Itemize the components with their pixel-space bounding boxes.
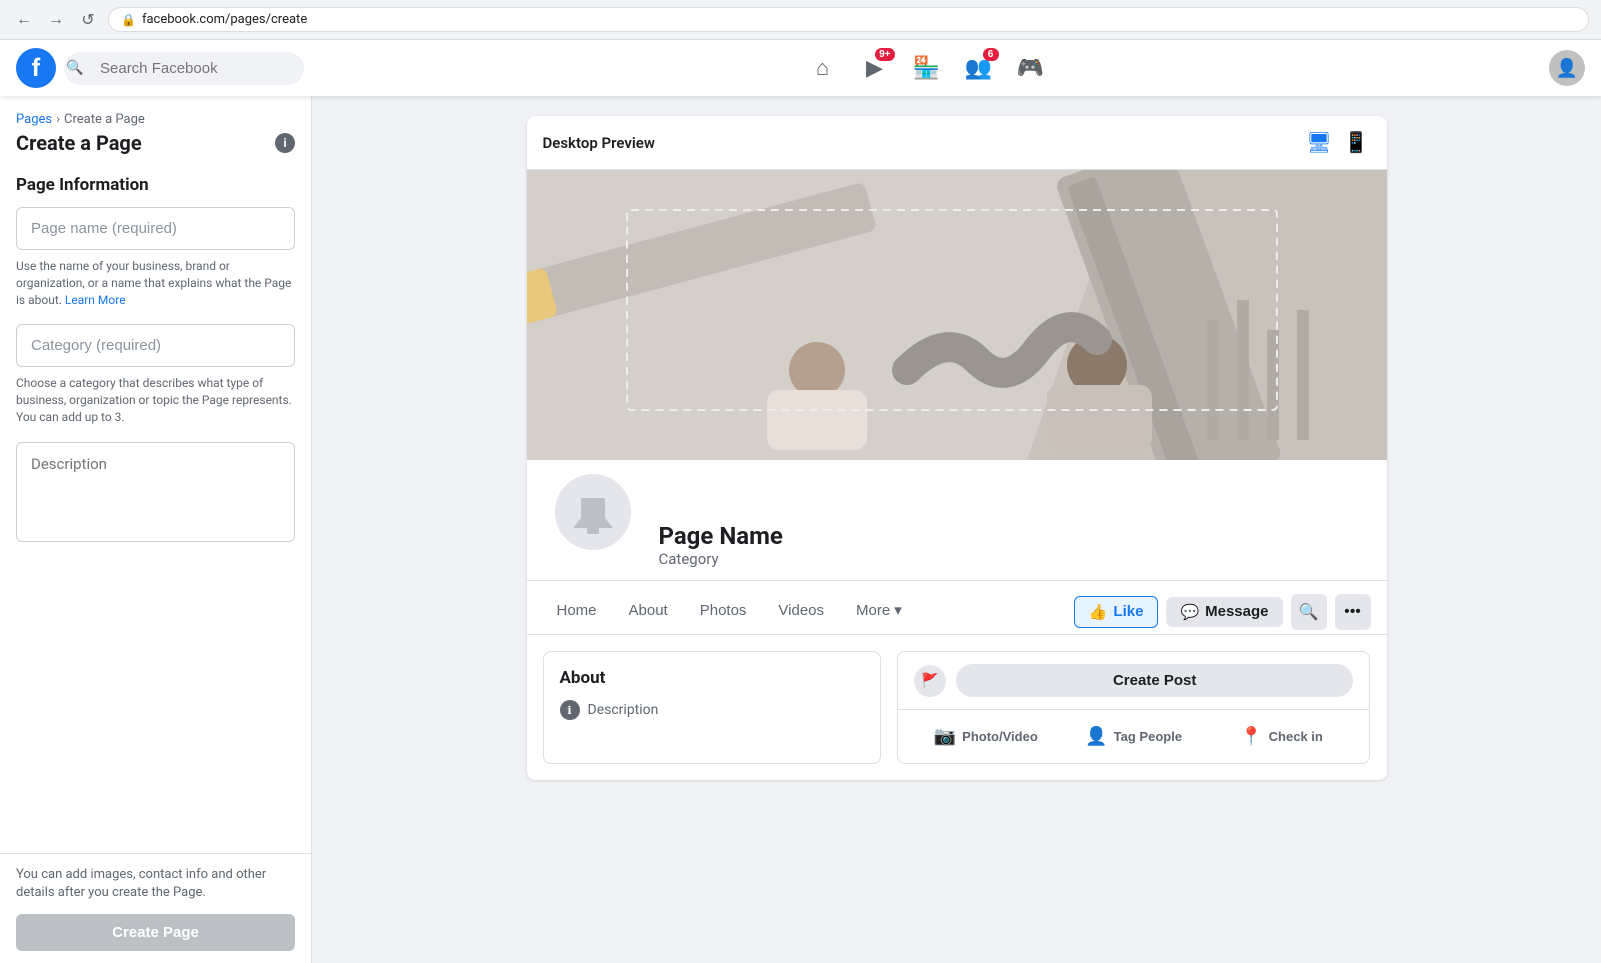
gaming-nav-button[interactable]: 🎮 <box>1007 44 1055 92</box>
desktop-view-button[interactable]: 🖥 <box>1304 128 1333 157</box>
facebook-navbar: f 🔍 ⌂ ▶ 9+ 🏪 👥 6 🎮 👤 <box>0 40 1601 96</box>
section-title: Page Information <box>16 175 295 195</box>
user-avatar[interactable]: 👤 <box>1549 50 1585 86</box>
check-in-button[interactable]: 📍 Check in <box>1210 718 1354 755</box>
breadcrumb-pages-link[interactable]: Pages <box>16 112 52 127</box>
page-name-input[interactable] <box>16 207 295 250</box>
profile-picture <box>551 470 635 554</box>
like-button[interactable]: 👍 Like <box>1074 596 1159 628</box>
page-title-row: Create a Page i <box>16 131 295 155</box>
profile-category: Category <box>659 550 1363 568</box>
search-wrap: 🔍 <box>56 52 304 85</box>
mobile-icon: 📱 <box>1344 132 1369 154</box>
info-circle-icon: ℹ <box>560 700 580 720</box>
sidebar-note: You can add images, contact info and oth… <box>16 866 295 902</box>
info-icon-button[interactable]: i <box>275 133 295 153</box>
messenger-icon: 💬 <box>1180 603 1199 621</box>
facebook-logo[interactable]: f <box>16 48 56 88</box>
back-button[interactable]: ← <box>12 8 36 32</box>
groups-nav-button[interactable]: 👥 6 <box>955 44 1003 92</box>
create-page-button[interactable]: Create Page <box>16 914 295 951</box>
reload-button[interactable]: ↺ <box>76 8 100 32</box>
lock-icon: 🔒 <box>121 13 136 27</box>
left-sidebar: Pages › Create a Page Create a Page i Pa… <box>0 96 312 963</box>
browser-bar: ← → ↺ 🔒 facebook.com/pages/create <box>0 0 1601 40</box>
nav-right: 👤 <box>1549 50 1585 86</box>
create-post-button[interactable]: Create Post <box>956 664 1354 697</box>
thumbs-up-icon: 👍 <box>1089 603 1108 621</box>
photo-video-button[interactable]: 📷 Photo/Video <box>914 718 1058 755</box>
about-card: About ℹ Description <box>543 651 881 764</box>
main-layout: Pages › Create a Page Create a Page i Pa… <box>0 96 1601 963</box>
forward-button[interactable]: → <box>44 8 68 32</box>
post-card: 🚩 Create Post 📷 Photo/Video 👤 Tag People <box>897 651 1371 764</box>
search-icon: 🔍 <box>1299 602 1319 622</box>
search-icon: 🔍 <box>66 60 83 76</box>
preview-area: Desktop Preview 🖥 📱 <box>312 96 1601 963</box>
home-nav-button[interactable]: ⌂ <box>799 44 847 92</box>
store-nav-button[interactable]: 🏪 <box>903 44 951 92</box>
page-body: About ℹ Description 🚩 Create Post 📷 <box>527 635 1387 780</box>
preview-header: Desktop Preview 🖥 📱 <box>527 116 1387 170</box>
nav-center: ⌂ ▶ 9+ 🏪 👥 6 🎮 <box>304 44 1549 92</box>
more-options-button[interactable]: ••• <box>1335 594 1371 630</box>
home-icon: ⌂ <box>816 55 829 81</box>
photo-icon: 📷 <box>934 726 956 747</box>
video-badge: 9+ <box>875 48 894 61</box>
page-title: Create a Page <box>16 131 142 155</box>
preview-view-buttons: 🖥 📱 <box>1304 128 1370 157</box>
nav-tab-videos[interactable]: Videos <box>764 590 838 634</box>
about-title: About <box>560 668 864 688</box>
learn-more-link[interactable]: Learn More <box>65 293 126 307</box>
groups-badge: 6 <box>983 48 999 61</box>
checkin-icon: 📍 <box>1240 726 1262 747</box>
sidebar-content: Pages › Create a Page Create a Page i Pa… <box>0 96 311 853</box>
nav-tab-photos[interactable]: Photos <box>686 590 761 634</box>
page-action-buttons: 👍 Like 💬 Message 🔍 ••• <box>1074 594 1371 630</box>
search-page-button[interactable]: 🔍 <box>1291 594 1327 630</box>
description-input[interactable] <box>16 442 295 542</box>
profile-section: Page Name Category <box>527 510 1387 581</box>
about-description-text: Description <box>588 702 659 718</box>
search-input[interactable] <box>64 52 304 85</box>
post-actions: 📷 Photo/Video 👤 Tag People 📍 Check in <box>898 710 1370 763</box>
desktop-icon: 🖥 <box>1306 132 1331 154</box>
post-avatar: 🚩 <box>914 665 946 697</box>
nav-tab-home[interactable]: Home <box>543 590 611 634</box>
sidebar-bottom: You can add images, contact info and oth… <box>0 853 311 963</box>
more-dots-icon: ••• <box>1344 603 1361 621</box>
breadcrumb: Pages › Create a Page <box>16 112 295 127</box>
page-name-hint: Use the name of your business, brand or … <box>16 258 295 308</box>
preview-card: Desktop Preview 🖥 📱 <box>527 116 1387 780</box>
video-nav-button[interactable]: ▶ 9+ <box>851 44 899 92</box>
url-bar[interactable]: 🔒 facebook.com/pages/create <box>108 7 1589 32</box>
preview-title: Desktop Preview <box>543 134 655 152</box>
breadcrumb-arrow: › <box>56 112 60 127</box>
breadcrumb-current: Create a Page <box>64 112 145 127</box>
gaming-icon: 🎮 <box>1017 55 1044 81</box>
tag-people-button[interactable]: 👤 Tag People <box>1062 718 1206 755</box>
nav-tab-about[interactable]: About <box>615 590 682 634</box>
cover-illustration <box>527 170 1387 460</box>
profile-name: Page Name <box>659 522 1363 550</box>
create-post-bar: 🚩 Create Post <box>898 652 1370 710</box>
about-description-row: ℹ Description <box>560 700 864 720</box>
message-button[interactable]: 💬 Message <box>1166 597 1282 627</box>
cover-photo <box>527 170 1387 460</box>
page-navigation: Home About Photos Videos More ▾ 👍 Like 💬… <box>527 589 1387 635</box>
nav-tab-more[interactable]: More ▾ <box>842 589 916 634</box>
category-hint: Choose a category that describes what ty… <box>16 375 295 425</box>
store-icon: 🏪 <box>913 55 940 81</box>
tag-icon: 👤 <box>1085 726 1107 747</box>
chevron-down-icon: ▾ <box>894 601 902 619</box>
category-input[interactable] <box>16 324 295 367</box>
profile-pic-wrap <box>551 470 635 554</box>
mobile-view-button[interactable]: 📱 <box>1342 128 1371 157</box>
profile-info: Page Name Category <box>551 510 1363 580</box>
url-text: facebook.com/pages/create <box>142 12 307 27</box>
